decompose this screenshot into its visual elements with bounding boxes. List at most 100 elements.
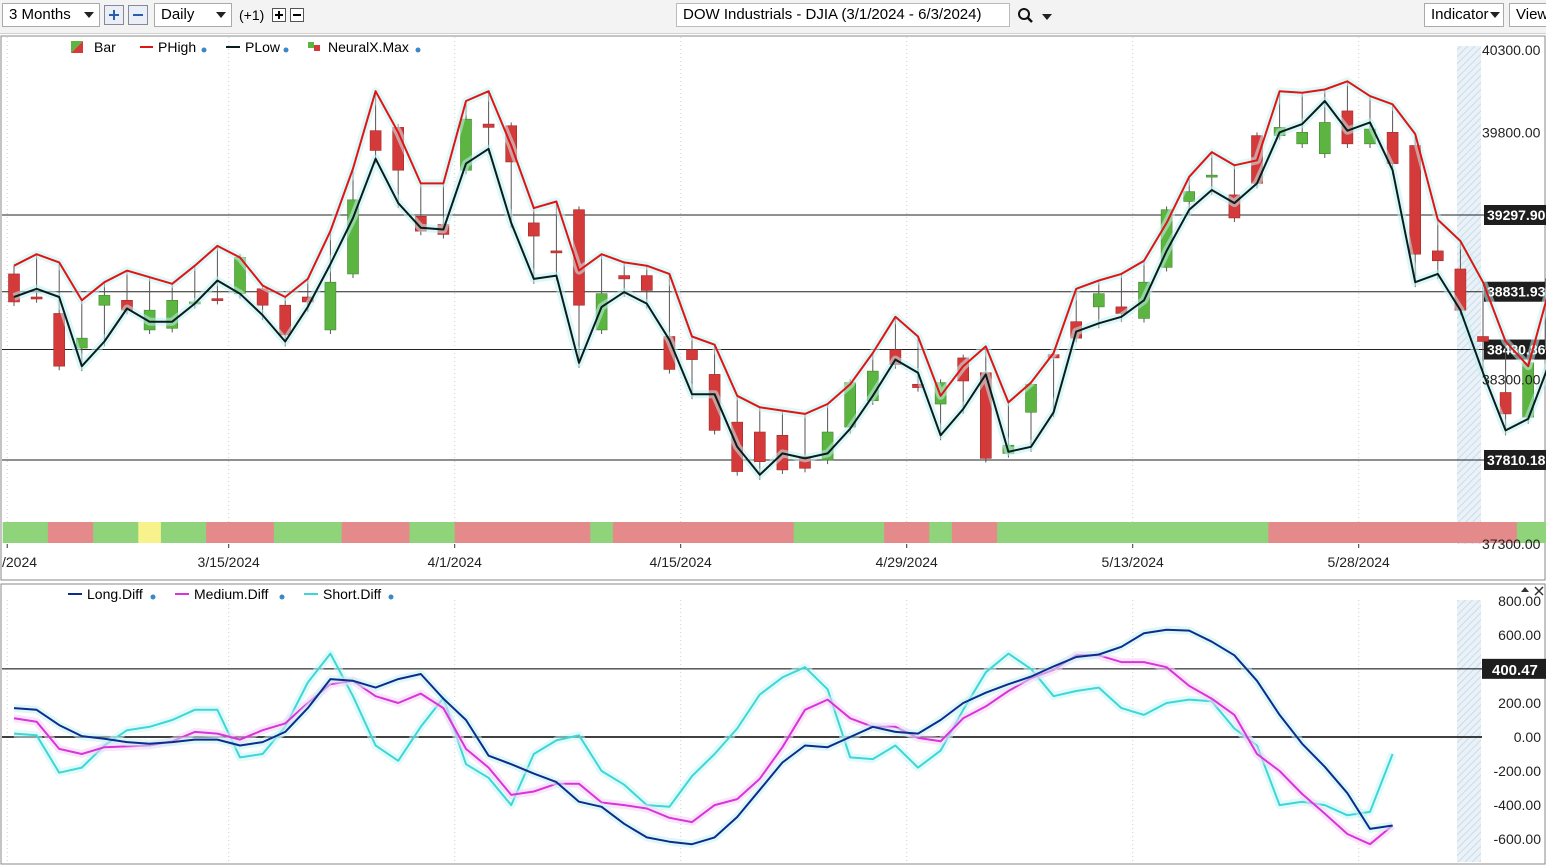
signal-band	[1064, 522, 1088, 543]
view-menu-label: View	[1516, 6, 1546, 23]
candle[interactable]	[1432, 250, 1444, 262]
candle[interactable]	[686, 349, 698, 360]
candle[interactable]	[527, 222, 540, 237]
x-tick-label: 3/15/2024	[198, 554, 260, 570]
settings-dot-icon[interactable]	[388, 594, 394, 600]
level-label: 38831.93	[1487, 284, 1546, 300]
x-tick-label: 4/29/2024	[876, 554, 938, 570]
candle[interactable]	[482, 123, 495, 128]
legend-label: Medium.Diff	[194, 586, 269, 602]
y-tick-label: 40300.00	[1482, 42, 1541, 58]
y-tick-label: 39800.00	[1482, 124, 1541, 140]
range-select[interactable]: 3 Months	[2, 3, 100, 27]
settings-dot-icon[interactable]	[279, 594, 285, 600]
indicator-menu-label: Indicator	[1431, 6, 1489, 23]
search-chevron-down-icon[interactable]	[1042, 14, 1052, 20]
signal-band	[499, 522, 523, 543]
signal-band	[454, 522, 478, 543]
signal-band	[296, 522, 320, 543]
signal-band	[228, 522, 252, 543]
settings-dot-icon[interactable]	[150, 594, 156, 600]
signal-band	[1268, 522, 1292, 543]
candle[interactable]	[1206, 174, 1218, 178]
chart-area[interactable]: 39297.9038831.9338480.8637810.18 400.47 …	[0, 33, 1546, 866]
signal-band	[93, 522, 117, 543]
signal-band	[477, 522, 501, 543]
signal-band	[545, 522, 569, 543]
y-tick-label: 38300.00	[1482, 371, 1541, 387]
candle[interactable]	[1477, 336, 1489, 342]
zoom-in-button[interactable]	[104, 5, 124, 25]
chart-title: DOW Industrials - DJIA (3/1/2024 - 6/3/2…	[683, 6, 982, 23]
signal-band	[748, 522, 772, 543]
y-tick-label: 37300.00	[1482, 536, 1541, 552]
chevron-down-icon	[216, 12, 226, 18]
candle[interactable]	[30, 296, 43, 300]
oscillator-panel	[0, 583, 1546, 865]
signal-band	[906, 522, 930, 543]
indicator-menu-button[interactable]: Indicator	[1424, 3, 1504, 27]
candle[interactable]	[98, 295, 111, 306]
interval-select[interactable]: Daily	[154, 3, 232, 27]
magnifier-icon[interactable]	[1016, 7, 1036, 27]
signal-bands	[2, 522, 1546, 543]
x-tick-label: 4/1/2024	[427, 554, 482, 570]
legend-label: Long.Diff	[87, 586, 143, 602]
signal-band	[997, 522, 1021, 543]
signal-band	[703, 522, 727, 543]
candle[interactable]	[640, 275, 653, 291]
candle[interactable]	[1296, 132, 1308, 145]
interval-select-value: Daily	[161, 6, 195, 23]
candle[interactable]	[211, 298, 224, 301]
x-tick-label: 4/15/2024	[650, 554, 712, 570]
signal-band	[319, 522, 343, 543]
signal-band	[47, 522, 71, 543]
chart-title-box[interactable]: DOW Industrials - DJIA (3/1/2024 - 6/3/2…	[676, 3, 1010, 27]
candle[interactable]	[324, 281, 337, 331]
signal-band	[1177, 522, 1201, 543]
legend-bar: Bar	[71, 39, 116, 55]
signal-band	[409, 522, 433, 543]
offset-increase-button[interactable]	[272, 8, 286, 22]
candle[interactable]	[1093, 293, 1105, 308]
y-tick-label: 200.00	[1498, 695, 1541, 711]
y-tick-label: -400.00	[1494, 797, 1542, 813]
zoom-out-button[interactable]	[128, 5, 148, 25]
signal-band	[951, 522, 975, 543]
signal-band	[1042, 522, 1066, 543]
signal-band	[1245, 522, 1269, 543]
signal-band	[138, 522, 162, 543]
chevron-down-icon	[84, 12, 94, 18]
signal-band	[1403, 522, 1427, 543]
legend-label: Bar	[94, 39, 116, 55]
offset-decrease-button[interactable]	[290, 8, 304, 22]
signal-band	[1290, 522, 1314, 543]
candle[interactable]	[618, 275, 631, 280]
signal-band	[1019, 522, 1043, 543]
signal-band	[1449, 522, 1473, 543]
x-tick-label: /2024	[2, 554, 37, 570]
signal-band	[115, 522, 139, 543]
settings-dot-icon[interactable]	[283, 47, 289, 53]
signal-band	[1381, 522, 1405, 543]
signal-band	[341, 522, 365, 543]
candle[interactable]	[550, 250, 563, 254]
signal-band	[364, 522, 388, 543]
settings-dot-icon[interactable]	[415, 47, 421, 53]
signal-band	[386, 522, 410, 543]
signal-band	[251, 522, 275, 543]
candle[interactable]	[753, 431, 766, 462]
signal-band	[1155, 522, 1179, 543]
candle[interactable]	[1319, 122, 1331, 155]
toolbar: 3 Months Daily (+1) DOW Industrials - DJ…	[0, 0, 1546, 34]
settings-dot-icon[interactable]	[201, 47, 207, 53]
y-tick-label: -200.00	[1494, 763, 1542, 779]
signal-band	[2, 522, 26, 543]
view-menu-button[interactable]: View	[1509, 3, 1546, 27]
signal-band	[1358, 522, 1382, 543]
y-tick-label: 0.00	[1514, 729, 1541, 745]
candle[interactable]	[369, 130, 382, 151]
bar-icon-down	[314, 45, 320, 51]
legend-label: Short.Diff	[323, 586, 381, 602]
signal-band	[1087, 522, 1111, 543]
